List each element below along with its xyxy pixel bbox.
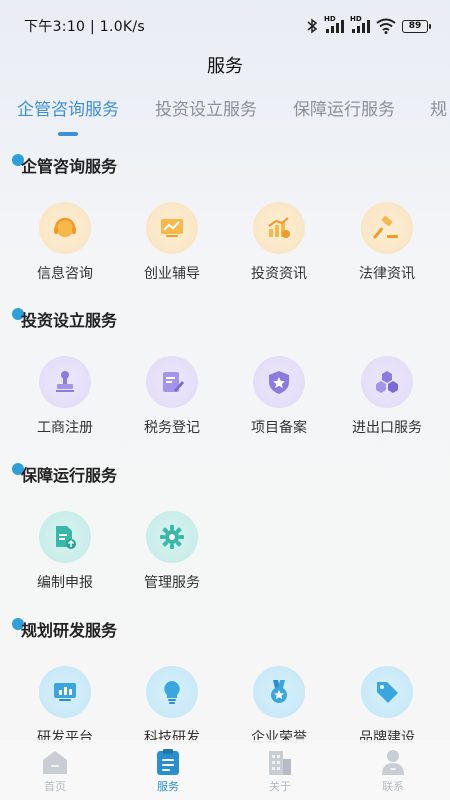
clipboard-icon (128, 746, 208, 776)
nav-item-home[interactable]: 首页 (15, 746, 95, 794)
page-title: 服务 (207, 56, 243, 77)
service-label: 创业辅导 (144, 266, 200, 282)
section-title: 保障运行服务 (21, 466, 118, 485)
service-legal-info[interactable]: 法律资讯 (332, 202, 442, 284)
service-label: 税务登记 (144, 420, 200, 436)
service-label: 工商注册 (37, 420, 93, 436)
status-icons: HD HD 89 (306, 15, 431, 34)
nav-label: 首页 (44, 780, 66, 793)
service-project-filing[interactable]: 项目备案 (224, 356, 334, 438)
service-label: 项目备案 (251, 420, 307, 436)
service-label: 投资资讯 (251, 266, 307, 282)
gavel-icon (361, 202, 413, 254)
service-compile-declaration[interactable]: 编制申报 (10, 511, 120, 593)
category-tabs: 企管咨询服务 投资设立服务 保障运行服务 规 (0, 90, 450, 138)
cubes-icon (361, 356, 413, 408)
hd-label-2: HD (350, 15, 362, 23)
tab-operation-support[interactable]: 保障运行服务 (293, 98, 395, 122)
document-upload-icon (39, 511, 91, 563)
service-tax-registration[interactable]: 税务登记 (117, 356, 227, 438)
headset-icon (39, 202, 91, 254)
service-startup-guidance[interactable]: 创业辅导 (117, 202, 227, 284)
tab-planning-rd[interactable]: 规 (430, 98, 447, 122)
section-title: 企管咨询服务 (21, 157, 118, 176)
signal-icon-2: HD (350, 15, 370, 34)
shield-star-icon (253, 356, 305, 408)
service-label: 编制申报 (37, 575, 93, 591)
gear-icon (146, 511, 198, 563)
nav-item-about[interactable]: 关于 (240, 746, 320, 794)
bar-chart-coin-icon (253, 202, 305, 254)
home-icon (15, 746, 95, 776)
nav-item-service[interactable]: 服务 (128, 746, 208, 794)
service-enterprise-honor[interactable]: 企业荣誉 (224, 666, 334, 748)
service-tech-rd[interactable]: 科技研发 (117, 666, 227, 748)
service-investment-info[interactable]: 投资资讯 (224, 202, 334, 284)
tab-investment-setup[interactable]: 投资设立服务 (155, 98, 257, 122)
nav-item-contact[interactable]: 联系 (353, 746, 433, 794)
status-time: 下午3:10 | 1.0K/s (24, 19, 146, 35)
service-import-export[interactable]: 进出口服务 (332, 356, 442, 438)
service-label: 信息咨询 (37, 266, 93, 282)
nav-label: 服务 (157, 780, 179, 793)
service-business-registration[interactable]: 工商注册 (10, 356, 120, 438)
battery-icon: 89 (402, 19, 431, 33)
lightbulb-icon (146, 666, 198, 718)
bluetooth-icon (306, 18, 318, 34)
section-title: 规划研发服务 (21, 621, 118, 640)
service-rd-platform[interactable]: 研发平台 (10, 666, 120, 748)
service-label: 管理服务 (144, 575, 200, 591)
nav-label: 联系 (382, 780, 404, 793)
signal-icon: HD (324, 15, 344, 34)
medal-icon (253, 666, 305, 718)
contact-person-icon (353, 746, 433, 776)
building-icon (240, 746, 320, 776)
section-title: 投资设立服务 (21, 311, 118, 330)
tag-icon (361, 666, 413, 718)
edit-document-icon (146, 356, 198, 408)
tab-enterprise-consulting[interactable]: 企管咨询服务 (17, 98, 119, 122)
nav-label: 关于 (269, 780, 291, 793)
monitor-chart-icon (39, 666, 91, 718)
service-label: 法律资讯 (359, 266, 415, 282)
status-bar: 下午3:10 | 1.0K/s HD HD 89 (0, 0, 450, 52)
bottom-nav: 首页 服务 关于 联系 (0, 740, 450, 800)
hd-label: HD (324, 15, 336, 23)
service-brand-building[interactable]: 品牌建设 (332, 666, 442, 748)
stamp-icon (39, 356, 91, 408)
service-info-consulting[interactable]: 信息咨询 (10, 202, 120, 284)
tab-indicator (58, 132, 78, 136)
service-management[interactable]: 管理服务 (117, 511, 227, 593)
chart-board-icon (146, 202, 198, 254)
wifi-icon (376, 18, 396, 34)
service-label: 进出口服务 (352, 420, 422, 436)
